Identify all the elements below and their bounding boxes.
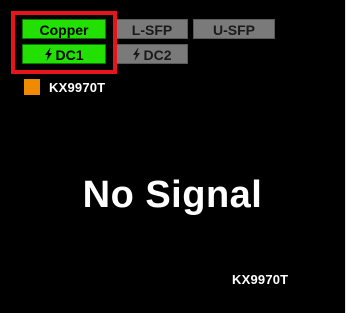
dc1-label: DC1 (55, 47, 84, 63)
u-sfp-button[interactable]: U-SFP (193, 19, 275, 39)
device-legend: KX9970T (24, 78, 105, 96)
lightning-bolt-icon (133, 48, 141, 62)
lightning-bolt-icon (45, 48, 53, 62)
no-signal-message: No Signal (82, 174, 263, 216)
dc2-label: DC2 (143, 47, 172, 63)
l-sfp-button[interactable]: L-SFP (116, 19, 188, 39)
dc1-button[interactable]: DC1 (22, 44, 106, 64)
device-color-swatch (24, 79, 40, 95)
video-preview-panel: Copper L-SFP U-SFP DC1 DC2 KX9970T No Si… (0, 0, 345, 313)
right-margin (345, 0, 360, 313)
osd-device-name: KX9970T (232, 272, 289, 287)
dc2-button[interactable]: DC2 (116, 44, 188, 64)
copper-button[interactable]: Copper (22, 19, 106, 39)
device-name-label: KX9970T (49, 79, 106, 95)
